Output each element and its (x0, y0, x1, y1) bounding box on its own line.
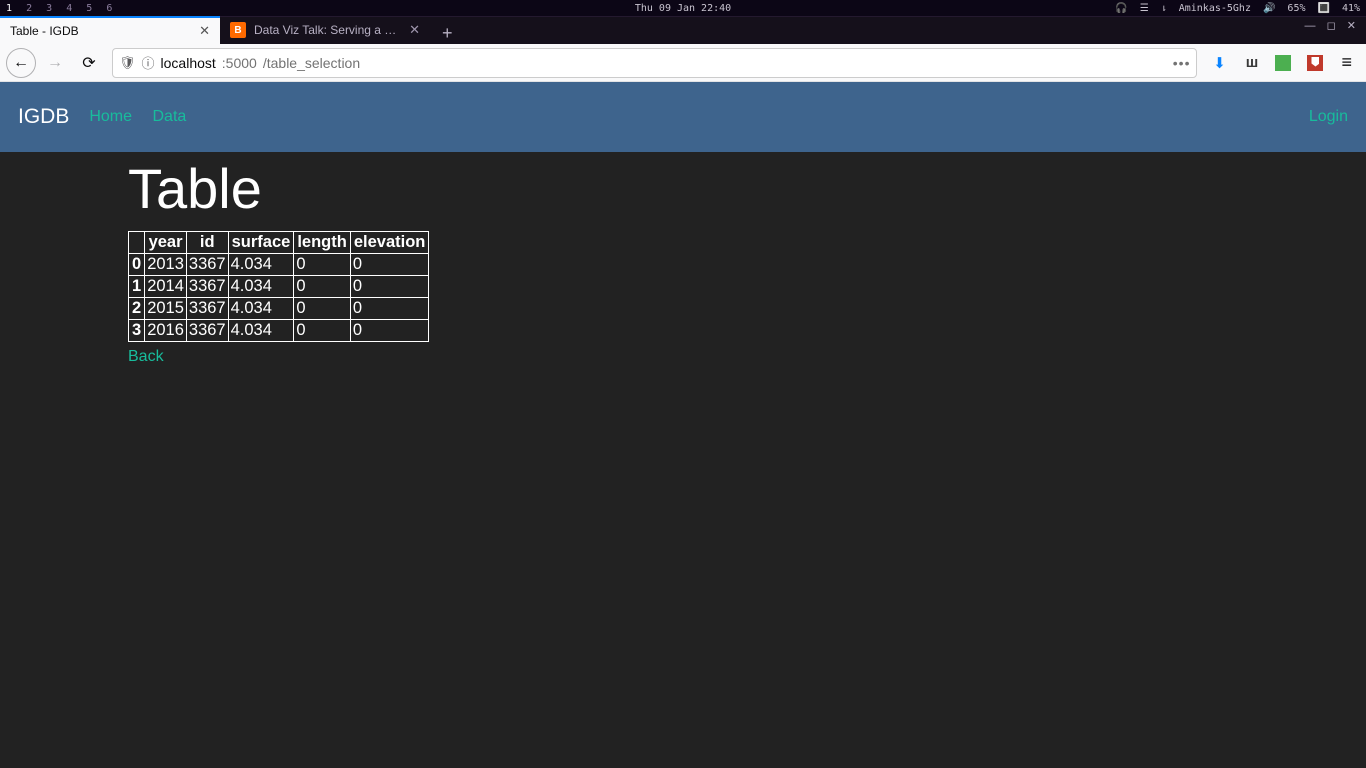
table-row: 1201433674.03400 (129, 276, 429, 298)
workspace-4[interactable]: 4 (66, 3, 72, 14)
url-path: /table_selection (263, 55, 360, 71)
col-length: length (294, 232, 351, 254)
cell-id: 3367 (186, 276, 228, 298)
back-link[interactable]: Back (128, 348, 164, 366)
tab-title: Table - IGDB (10, 24, 191, 38)
cell-length: 0 (294, 320, 351, 342)
row-index: 1 (129, 276, 145, 298)
row-index: 3 (129, 320, 145, 342)
col-id: id (186, 232, 228, 254)
new-tab-button[interactable]: + (430, 23, 465, 44)
cell-year: 2016 (145, 320, 187, 342)
cell-elevation: 0 (350, 320, 429, 342)
row-index: 0 (129, 254, 145, 276)
cell-length: 0 (294, 298, 351, 320)
data-table: year id surface length elevation 0201333… (128, 231, 429, 342)
cell-length: 0 (294, 276, 351, 298)
nav-data[interactable]: Data (152, 108, 186, 125)
workspace-2[interactable]: 2 (26, 3, 32, 14)
cell-year: 2014 (145, 276, 187, 298)
workspace-1[interactable]: 1 (6, 3, 12, 14)
headphones-icon: 🎧 (1115, 3, 1127, 14)
browser-tabstrip: Table - IGDB ✕ B Data Viz Talk: Serving … (0, 16, 1366, 44)
nav-home[interactable]: Home (89, 108, 132, 125)
ublock-icon[interactable] (1301, 49, 1329, 77)
window-controls[interactable]: — ◻ ✕ (1305, 19, 1360, 32)
shield-icon[interactable]: 🛡 (119, 55, 136, 71)
os-top-bar: 1 2 3 4 5 6 Thu 09 Jan 22:40 🎧 ☰ ⇂ Amink… (0, 0, 1366, 16)
nav-login[interactable]: Login (1309, 108, 1348, 125)
cell-year: 2015 (145, 298, 187, 320)
page-viewport: IGDB Home Data Login Table year id surfa… (0, 82, 1366, 768)
page-title: Table (128, 156, 1238, 221)
col-surface: surface (228, 232, 294, 254)
site-info-icon[interactable]: ⓘ (142, 53, 155, 72)
cell-surface: 4.034 (228, 254, 294, 276)
close-icon[interactable]: ✕ (199, 23, 210, 39)
url-port: :5000 (222, 55, 257, 71)
menu-button[interactable]: ≡ (1333, 52, 1360, 73)
volume-icon: 🔊 (1263, 3, 1275, 14)
col-year: year (145, 232, 187, 254)
forward-button: → (40, 48, 70, 78)
close-icon[interactable]: ✕ (409, 22, 420, 38)
tab-active[interactable]: Table - IGDB ✕ (0, 16, 220, 44)
cell-id: 3367 (186, 298, 228, 320)
back-button[interactable]: ← (6, 48, 36, 78)
col-elevation: elevation (350, 232, 429, 254)
extension-green-icon[interactable] (1269, 49, 1297, 77)
cell-length: 0 (294, 254, 351, 276)
reload-button[interactable]: ⟳ (74, 48, 104, 78)
row-index: 2 (129, 298, 145, 320)
brand[interactable]: IGDB (18, 105, 69, 129)
col-index (129, 232, 145, 254)
cell-id: 3367 (186, 320, 228, 342)
cell-surface: 4.034 (228, 276, 294, 298)
tab-title: Data Viz Talk: Serving a mat (254, 23, 401, 37)
cell-surface: 4.034 (228, 298, 294, 320)
address-bar[interactable]: 🛡 ⓘ localhost :5000/table_selection ••• (112, 48, 1197, 78)
workspace-3[interactable]: 3 (46, 3, 52, 14)
cell-elevation: 0 (350, 276, 429, 298)
wifi-icon: ⇂ (1161, 3, 1167, 14)
settings-icon[interactable]: ☰ (1140, 3, 1149, 14)
table-row: 3201633674.03400 (129, 320, 429, 342)
cell-surface: 4.034 (228, 320, 294, 342)
extension-icon[interactable]: ш (1237, 49, 1265, 77)
blogger-icon: B (230, 22, 246, 38)
volume-percent: 65% (1287, 3, 1305, 14)
workspace-5[interactable]: 5 (86, 3, 92, 14)
site-navbar: IGDB Home Data Login (0, 82, 1366, 152)
workspace-switcher[interactable]: 1 2 3 4 5 6 (6, 3, 120, 14)
table-row: 2201533674.03400 (129, 298, 429, 320)
cell-id: 3367 (186, 254, 228, 276)
cell-year: 2013 (145, 254, 187, 276)
browser-toolbar: ← → ⟳ 🛡 ⓘ localhost :5000/table_selection… (0, 44, 1366, 82)
table-row: 0201333674.03400 (129, 254, 429, 276)
cell-elevation: 0 (350, 254, 429, 276)
wifi-name: Aminkas-5Ghz (1179, 3, 1251, 14)
battery-icon: 🔳 (1317, 3, 1329, 14)
page-actions-icon[interactable]: ••• (1173, 55, 1191, 71)
download-icon[interactable]: ⬇ (1205, 49, 1233, 77)
url-host: localhost (161, 55, 216, 71)
table-header-row: year id surface length elevation (129, 232, 429, 254)
tab-inactive[interactable]: B Data Viz Talk: Serving a mat ✕ (220, 16, 430, 44)
battery-percent: 41% (1342, 3, 1360, 14)
cell-elevation: 0 (350, 298, 429, 320)
os-clock: Thu 09 Jan 22:40 (635, 3, 731, 14)
workspace-6[interactable]: 6 (106, 3, 112, 14)
